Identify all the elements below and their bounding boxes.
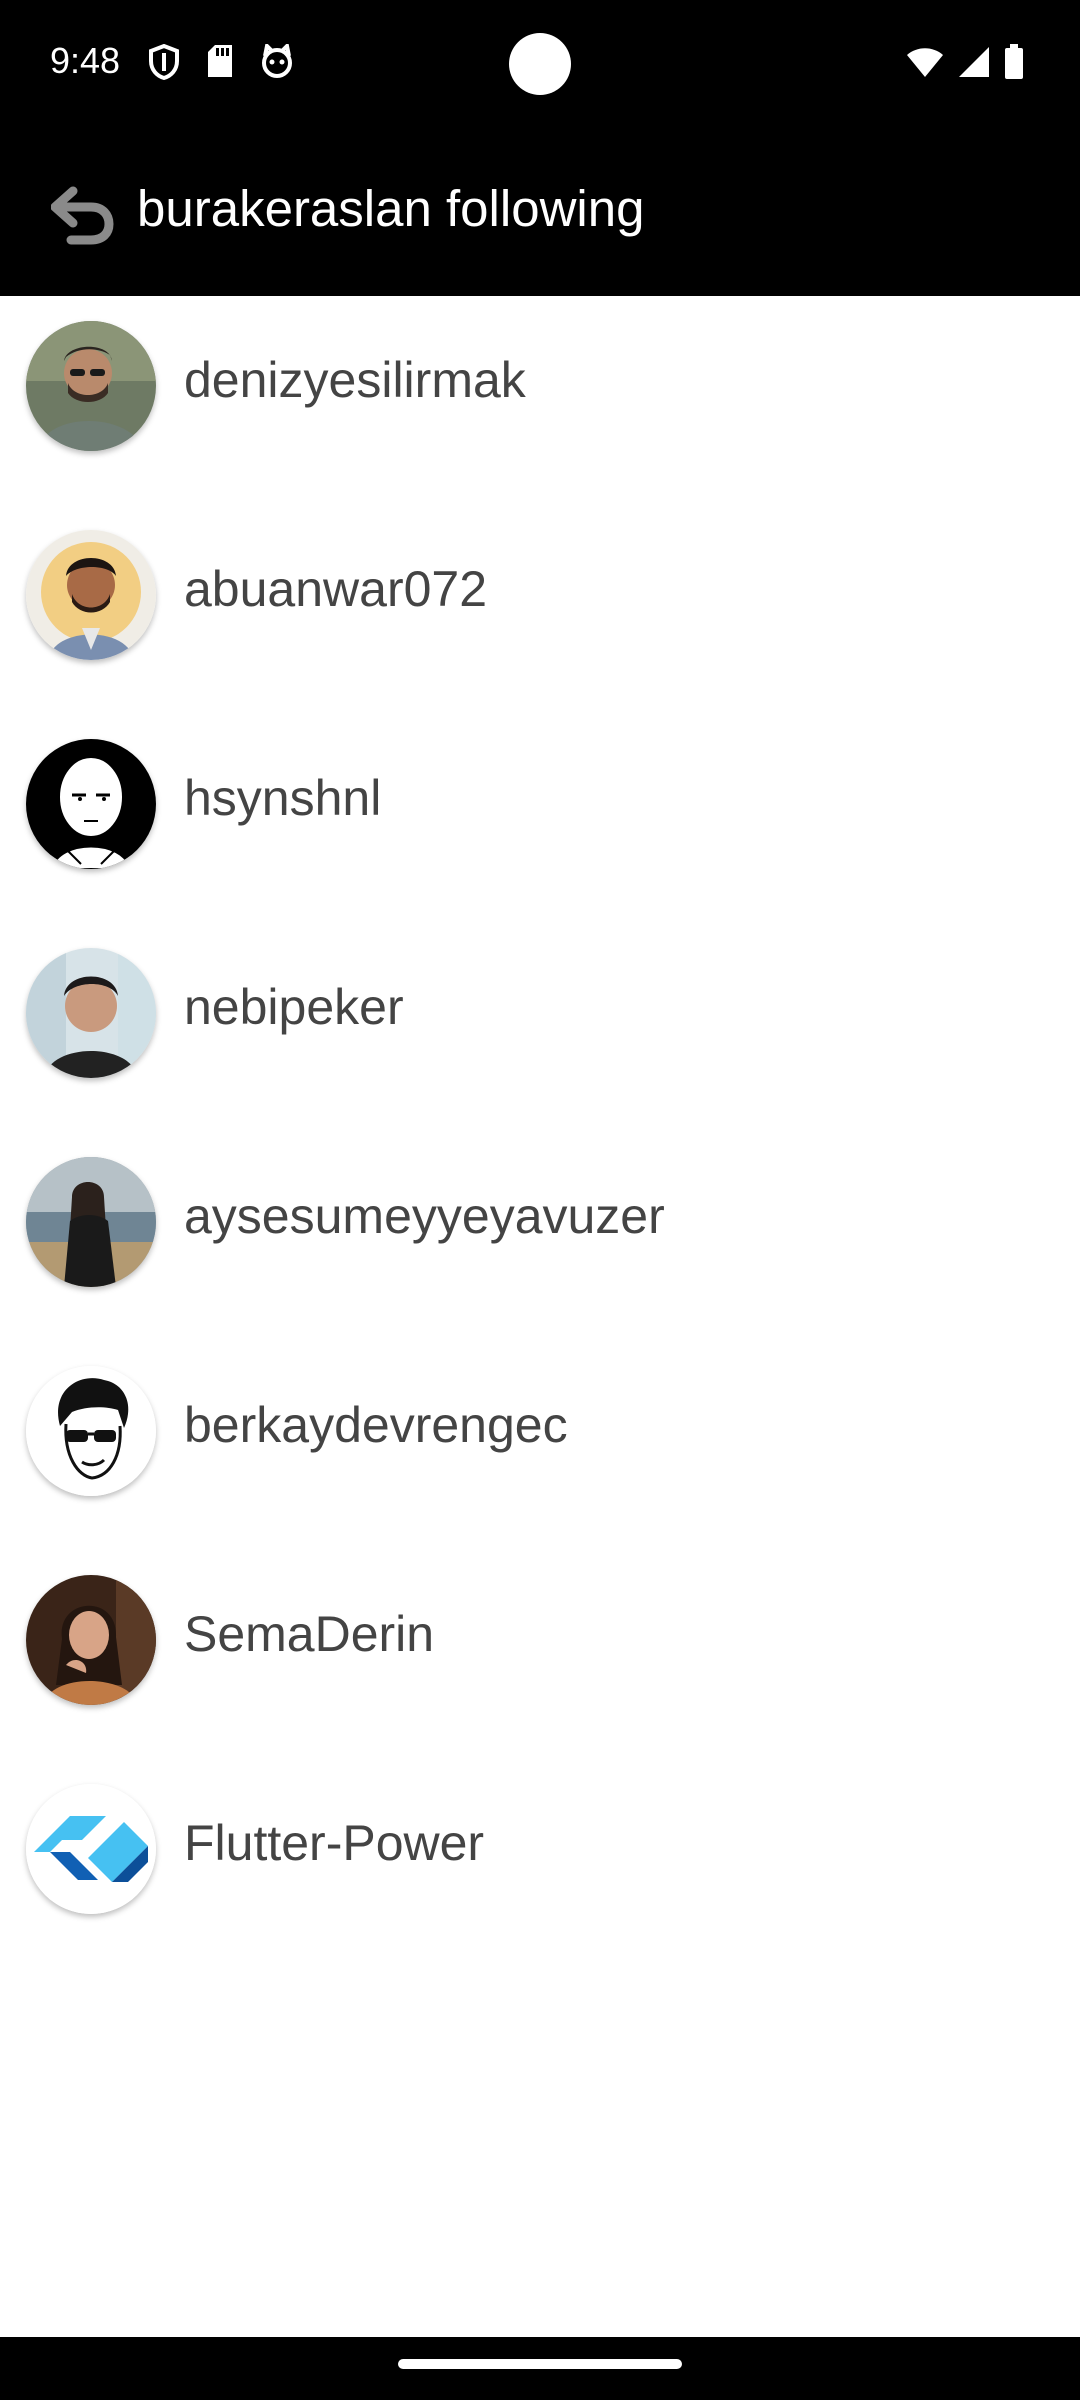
list-item[interactable]: SemaDerin <box>0 1550 1080 1759</box>
list-item[interactable]: denizyesilirmak <box>0 296 1080 505</box>
status-bar: 9:48 <box>0 0 1080 128</box>
username: berkaydevrengec <box>184 1397 568 1453</box>
avatar <box>26 530 156 660</box>
back-arrow-icon <box>50 185 115 250</box>
navigation-bar <box>0 2337 1080 2400</box>
list-item[interactable]: aysesumeyyeyavuzer <box>0 1132 1080 1341</box>
wifi-icon <box>906 46 944 83</box>
username: SemaDerin <box>184 1606 435 1662</box>
list-item[interactable]: nebipeker <box>0 923 1080 1132</box>
list-item[interactable]: abuanwar072 <box>0 505 1080 714</box>
username: hsynshnl <box>184 770 382 826</box>
following-list: denizyesilirmak abuanwar072 hsynshnl neb… <box>0 296 1080 1968</box>
cat-icon <box>260 41 294 85</box>
avatar <box>26 321 156 451</box>
shield-icon <box>148 43 180 85</box>
username: nebipeker <box>184 979 404 1035</box>
avatar <box>26 1784 156 1914</box>
avatar <box>26 739 156 869</box>
status-time: 9:48 <box>50 40 121 81</box>
battery-icon <box>1004 44 1024 85</box>
list-item[interactable]: berkaydevrengec <box>0 1341 1080 1550</box>
avatar <box>26 1575 156 1705</box>
page-title: burakeraslan following <box>137 180 645 237</box>
signal-icon <box>958 46 990 83</box>
status-icons-right <box>906 44 1024 85</box>
username: denizyesilirmak <box>184 352 526 408</box>
back-button[interactable] <box>44 178 122 256</box>
app-bar: burakeraslan following <box>0 128 1080 296</box>
avatar <box>26 948 156 1078</box>
list-item[interactable]: hsynshnl <box>0 714 1080 923</box>
home-gesture-handle[interactable] <box>398 2359 682 2369</box>
list-item[interactable]: Flutter-Power <box>0 1759 1080 1968</box>
camera-cutout <box>509 33 571 95</box>
sd-card-icon <box>206 44 234 85</box>
username: abuanwar072 <box>184 561 488 617</box>
username: aysesumeyyeyavuzer <box>184 1188 665 1244</box>
avatar <box>26 1366 156 1496</box>
username: Flutter-Power <box>184 1815 485 1871</box>
avatar <box>26 1157 156 1287</box>
status-icons-left <box>148 41 294 85</box>
